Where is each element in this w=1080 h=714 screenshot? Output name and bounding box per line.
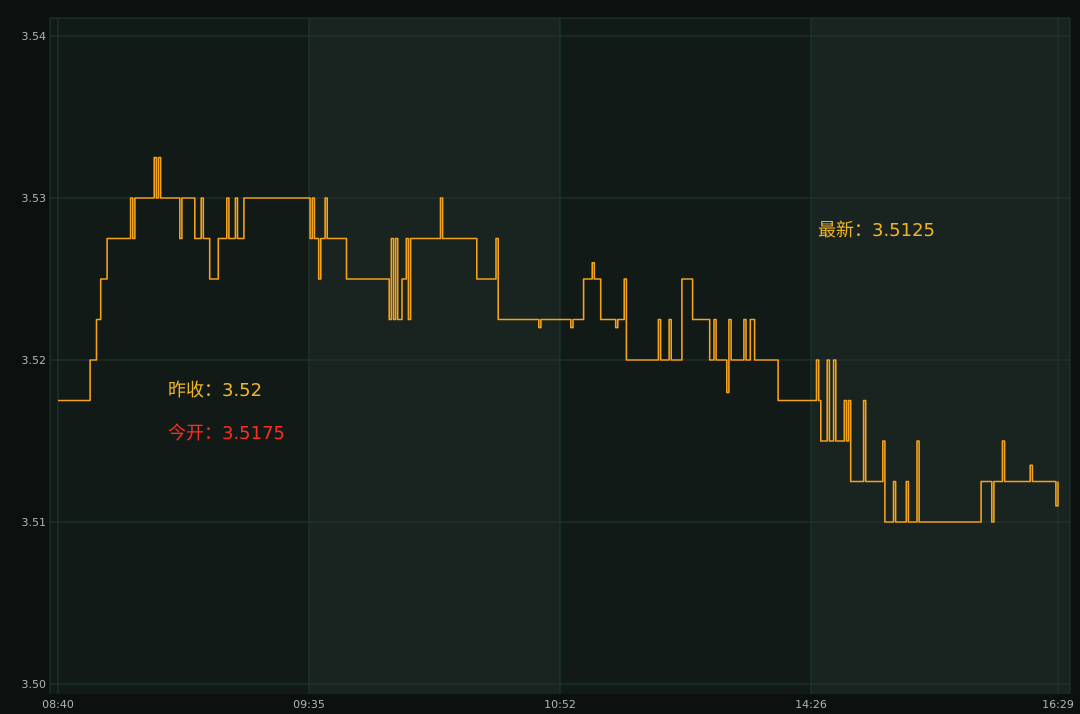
x-tick-label: 08:40 [42,698,74,711]
prev-close-label: 昨收： [168,380,222,401]
plot-band [309,18,560,694]
x-tick-label: 16:29 [1042,698,1074,711]
y-tick-label: 3.50 [22,678,47,691]
prev-close-annotation: 昨收：3.52 [168,380,262,401]
y-tick-label: 3.54 [22,30,47,43]
x-tick-label: 09:35 [293,698,325,711]
x-tick-label: 10:52 [544,698,576,711]
plot-band [50,18,309,694]
plot-band [560,18,811,694]
x-axis-ticks: 08:40 09:35 10:52 14:26 16:29 [42,698,1074,711]
plot-band [811,18,1070,694]
open-annotation: 今开：3.5175 [168,423,285,444]
open-label: 今开： [168,423,222,444]
open-value: 3.5175 [222,423,285,444]
y-axis-ticks: 3.50 3.51 3.52 3.53 3.54 [22,30,47,691]
y-tick-label: 3.53 [22,192,47,205]
latest-annotation: 最新：3.5125 [818,220,935,241]
x-tick-label: 14:26 [795,698,827,711]
latest-value: 3.5125 [872,220,935,241]
intraday-chart: 3.50 3.51 3.52 3.53 3.54 08:40 09:35 10:52 14:2… [22,17,1074,711]
y-tick-label: 3.52 [22,354,47,367]
latest-label: 最新： [818,220,872,241]
y-tick-label: 3.51 [22,516,47,529]
prev-close-value: 3.52 [222,380,262,401]
